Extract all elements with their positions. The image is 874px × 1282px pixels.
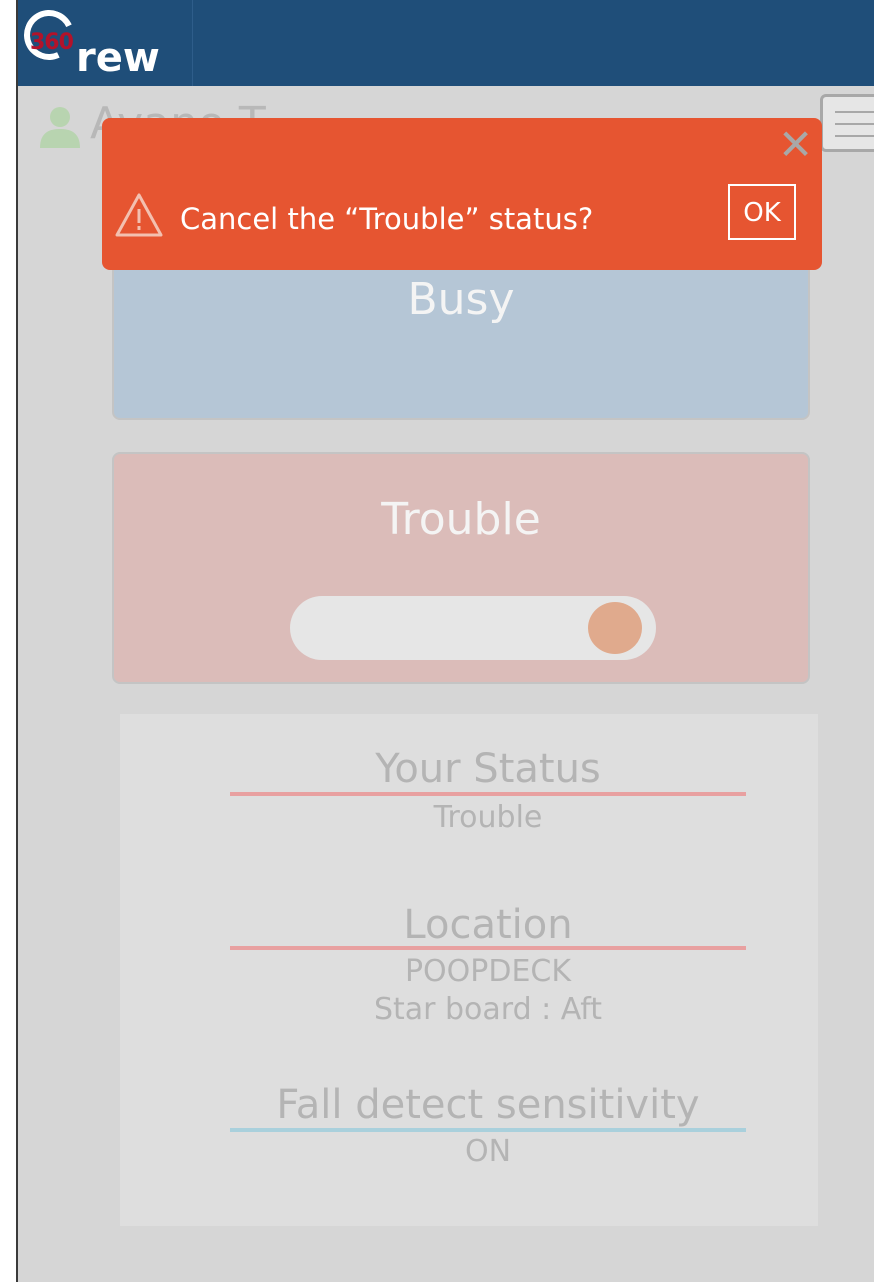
toggle-knob[interactable]: [588, 602, 642, 654]
app-header: 360 rew: [18, 0, 874, 86]
your-status-value: Trouble: [433, 800, 543, 835]
location-value-line1: POOPDECK: [404, 954, 572, 989]
cancel-trouble-alert: ✕ Cancel the “Trouble” status? OK: [102, 118, 822, 270]
location-value-line2: Star board : Aft: [373, 992, 603, 1027]
header-divider: [192, 0, 193, 86]
alert-message: Cancel the “Trouble” status?: [180, 202, 594, 236]
app-frame: 360 rew Ayano T Busy Trouble Your Status…: [16, 0, 874, 1282]
trouble-status-card: Trouble: [112, 452, 810, 684]
fall-detect-value: ON: [464, 1134, 512, 1169]
close-icon[interactable]: ✕: [778, 124, 813, 166]
trouble-toggle[interactable]: [290, 596, 656, 660]
location-label: Location: [403, 902, 573, 948]
fall-detect-divider: [230, 1128, 746, 1132]
location-divider: [230, 946, 746, 950]
user-icon: [40, 107, 80, 148]
fall-detect-label: Fall detect sensitivity: [276, 1082, 700, 1128]
status-info-panel: Your Status Trouble Location POOPDECK St…: [120, 714, 818, 1226]
busy-label: Busy: [407, 274, 515, 325]
warning-triangle-icon: [115, 193, 163, 237]
logo-word: rew: [76, 35, 160, 81]
trouble-label: Trouble: [381, 494, 541, 545]
your-status-label: Your Status: [375, 746, 601, 792]
ok-button[interactable]: OK: [728, 184, 796, 240]
logo-number: 360: [30, 30, 74, 55]
hamburger-menu-icon[interactable]: [820, 94, 874, 152]
your-status-divider: [230, 792, 746, 796]
